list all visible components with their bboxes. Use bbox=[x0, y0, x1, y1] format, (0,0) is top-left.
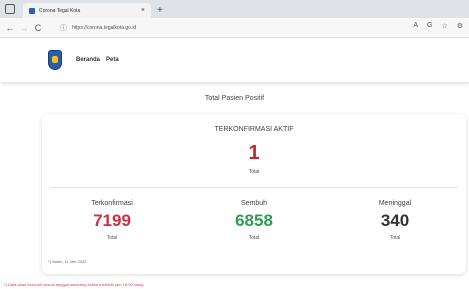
back-button[interactable]: ← bbox=[3, 23, 17, 33]
site-info-icon[interactable]: ⓘ bbox=[60, 23, 67, 33]
menu-item-peta[interactable]: Peta bbox=[106, 57, 119, 63]
stat-confirmed: Terkonfirmasi 7199 Total bbox=[42, 200, 182, 241]
new-tab-button[interactable]: + bbox=[157, 6, 163, 16]
browser-toolbar: A G ☆ ⚙ bbox=[413, 22, 463, 30]
page-title: Total Pasien Positif bbox=[204, 95, 265, 102]
browser-tab[interactable]: Corona Tegal Kota × bbox=[23, 3, 151, 18]
stat-deaths-title: Meninggal bbox=[378, 200, 412, 207]
stat-recovered-label: Total bbox=[248, 235, 260, 241]
divider bbox=[50, 187, 458, 188]
read-aloud-icon[interactable]: A bbox=[413, 22, 418, 30]
stat-deaths-label: Total bbox=[389, 235, 401, 241]
forward-button[interactable]: → bbox=[17, 23, 31, 33]
favicon-icon bbox=[29, 7, 35, 14]
address-bar: ← → C ⓘ https://corona.tegalkota.go.id A… bbox=[0, 18, 469, 38]
menu-item-beranda[interactable]: Beranda bbox=[76, 57, 100, 63]
stat-recovered: Sembuh 6858 Total bbox=[184, 200, 324, 241]
stat-deaths: Meninggal 340 Total bbox=[325, 200, 465, 241]
browser-tabbar: Corona Tegal Kota × + bbox=[0, 0, 469, 18]
stat-recovered-value: 6858 bbox=[235, 211, 273, 230]
favorite-star-icon[interactable]: ☆ bbox=[441, 22, 447, 30]
footnote: *) Data akan berubah sesuai tanggal seka… bbox=[4, 282, 145, 287]
tab-title: Corona Tegal Kota bbox=[39, 7, 81, 14]
stat-confirmed-label: Total bbox=[106, 235, 118, 241]
city-logo-icon[interactable] bbox=[48, 50, 62, 70]
updated-note: *) Sabtu, 11 Mei 2022 bbox=[48, 259, 87, 264]
translate-icon[interactable]: G bbox=[427, 22, 432, 30]
tab-close-icon[interactable]: × bbox=[141, 7, 145, 14]
site-header: Beranda Peta bbox=[0, 38, 469, 82]
window-menu-icon[interactable] bbox=[5, 4, 15, 14]
active-title: TERKONFIRMASI AKTIF bbox=[214, 126, 294, 133]
active-label: Total bbox=[248, 169, 260, 175]
stat-confirmed-title: Terkonfirmasi bbox=[91, 200, 133, 207]
stats-card: TERKONFIRMASI AKTIF 1 Total Terkonfirmas… bbox=[42, 114, 466, 274]
stat-deaths-value: 340 bbox=[380, 211, 410, 230]
reload-button[interactable]: C bbox=[31, 23, 45, 33]
url-text: https://corona.tegalkota.go.id bbox=[72, 25, 137, 31]
active-value: 1 bbox=[248, 142, 260, 164]
main-menu: Beranda Peta bbox=[76, 57, 119, 63]
stat-confirmed-value: 7199 bbox=[93, 211, 131, 230]
stat-recovered-title: Sembuh bbox=[240, 200, 268, 207]
extensions-icon[interactable]: ⚙ bbox=[457, 22, 463, 30]
url-field[interactable]: ⓘ https://corona.tegalkota.go.id bbox=[60, 22, 380, 34]
